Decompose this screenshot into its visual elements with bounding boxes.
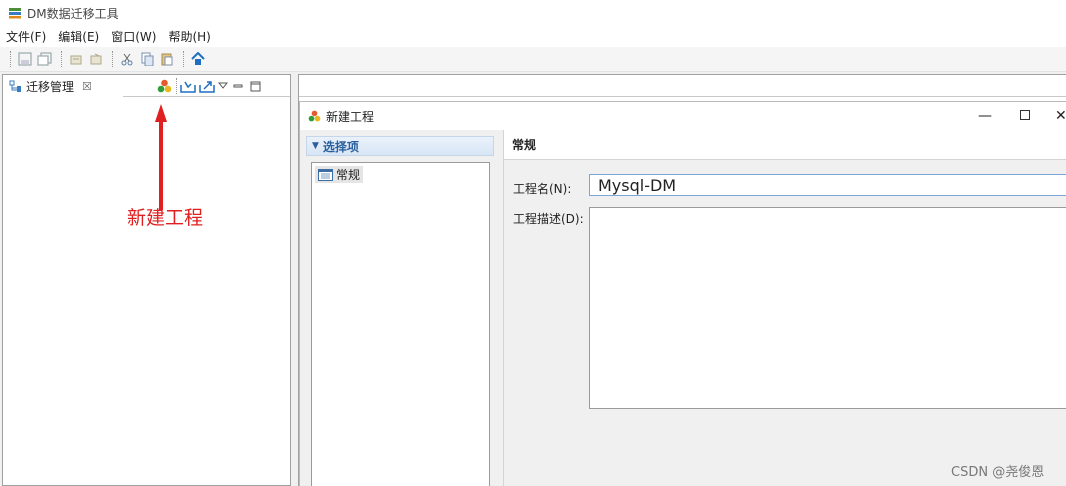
home-icon [191, 52, 205, 65]
tab-migration-management[interactable]: 迁移管理 ☒ [3, 75, 123, 97]
list-item-label: 常规 [336, 168, 361, 182]
menu-window[interactable]: 窗口(W) [111, 28, 156, 45]
paste-button[interactable] [158, 50, 176, 68]
maximize-button[interactable] [1013, 105, 1037, 127]
minimize-button[interactable]: — [973, 105, 997, 127]
project-name-input[interactable] [589, 174, 1066, 196]
new-project-icon [157, 79, 171, 93]
options-panel: ▼ 选择项 常规 [300, 130, 504, 486]
export-icon [199, 81, 215, 93]
toolbar-separator [112, 51, 113, 67]
save-all-button[interactable] [36, 50, 54, 68]
view-icon [9, 80, 21, 92]
cut-button[interactable] [118, 50, 136, 68]
selection-header-label: 选择项 [322, 139, 359, 154]
save-icon [18, 52, 32, 66]
menu-file[interactable]: 文件(F) [6, 28, 46, 45]
maximize-icon [250, 81, 260, 91]
toolbar-separator [61, 51, 62, 67]
undo-icon [70, 55, 82, 65]
maximize-view-button[interactable] [247, 77, 263, 95]
project-description-input[interactable] [589, 207, 1066, 409]
import-icon [180, 81, 196, 93]
view-toolbar [155, 77, 264, 95]
view-menu-button[interactable] [217, 77, 229, 95]
save-all-icon [37, 52, 52, 66]
export-button[interactable] [198, 77, 216, 95]
minimize-icon [233, 84, 243, 88]
cut-icon [121, 53, 133, 66]
dialog-titlebar: 新建工程 — ✕ [300, 102, 1066, 130]
app-title: DM数据迁移工具 [27, 6, 119, 21]
project-description-label: 工程描述(D): [513, 212, 584, 226]
close-icon[interactable]: ☒ [82, 80, 92, 93]
menu-help[interactable]: 帮助(H) [168, 28, 210, 45]
list-item[interactable]: 常规 [315, 166, 364, 183]
redo-icon [90, 53, 102, 65]
option-icon [318, 168, 333, 181]
app-icon [9, 8, 21, 19]
editor-tabbar [299, 75, 1066, 97]
main-toolbar [0, 47, 1066, 72]
window-titlebar: DM数据迁移工具 [0, 0, 1066, 26]
maximize-icon [1020, 110, 1030, 120]
selection-header[interactable]: ▼ 选择项 [306, 136, 494, 156]
options-list: 常规 [311, 162, 490, 486]
import-button[interactable] [179, 77, 197, 95]
section-title: 常规 [512, 138, 537, 152]
tab-label: 迁移管理 [26, 79, 75, 94]
section-header: 常规 [504, 130, 1066, 160]
new-project-button[interactable] [155, 77, 173, 95]
menu-edit[interactable]: 编辑(E) [58, 28, 99, 45]
dialog-title: 新建工程 [326, 109, 375, 124]
close-button[interactable]: ✕ [1055, 105, 1066, 127]
migration-management-view: 迁移管理 ☒ [2, 74, 291, 486]
new-project-icon [308, 110, 321, 122]
chevron-down-icon: ▼ [312, 141, 319, 151]
redo-button[interactable] [87, 50, 105, 68]
annotation-arrow [155, 104, 167, 210]
undo-button[interactable] [67, 50, 85, 68]
copy-button[interactable] [138, 50, 156, 68]
watermark: CSDN @尧俊恩 [951, 465, 1045, 480]
toolbar-separator [176, 78, 177, 94]
save-button[interactable] [16, 50, 34, 68]
copy-icon [141, 52, 154, 66]
toolbar-separator [183, 51, 184, 67]
toolbar-separator [10, 51, 11, 67]
new-project-dialog: 新建工程 — ✕ ▼ 选择项 常规 常规 工程名(N): 工程描述(D): [299, 101, 1066, 486]
paste-icon [161, 53, 173, 66]
project-name-label: 工程名(N): [513, 182, 572, 196]
minimize-view-button[interactable] [230, 77, 246, 95]
view-menu-icon [218, 82, 228, 89]
view-tabbar: 迁移管理 ☒ [3, 75, 290, 97]
menu-bar: 文件(F) 编辑(E) 窗口(W) 帮助(H) [0, 26, 1066, 47]
home-button[interactable] [189, 50, 207, 68]
general-settings-panel: 常规 工程名(N): 工程描述(D): [504, 130, 1066, 486]
annotation-label: 新建工程 [127, 207, 204, 229]
